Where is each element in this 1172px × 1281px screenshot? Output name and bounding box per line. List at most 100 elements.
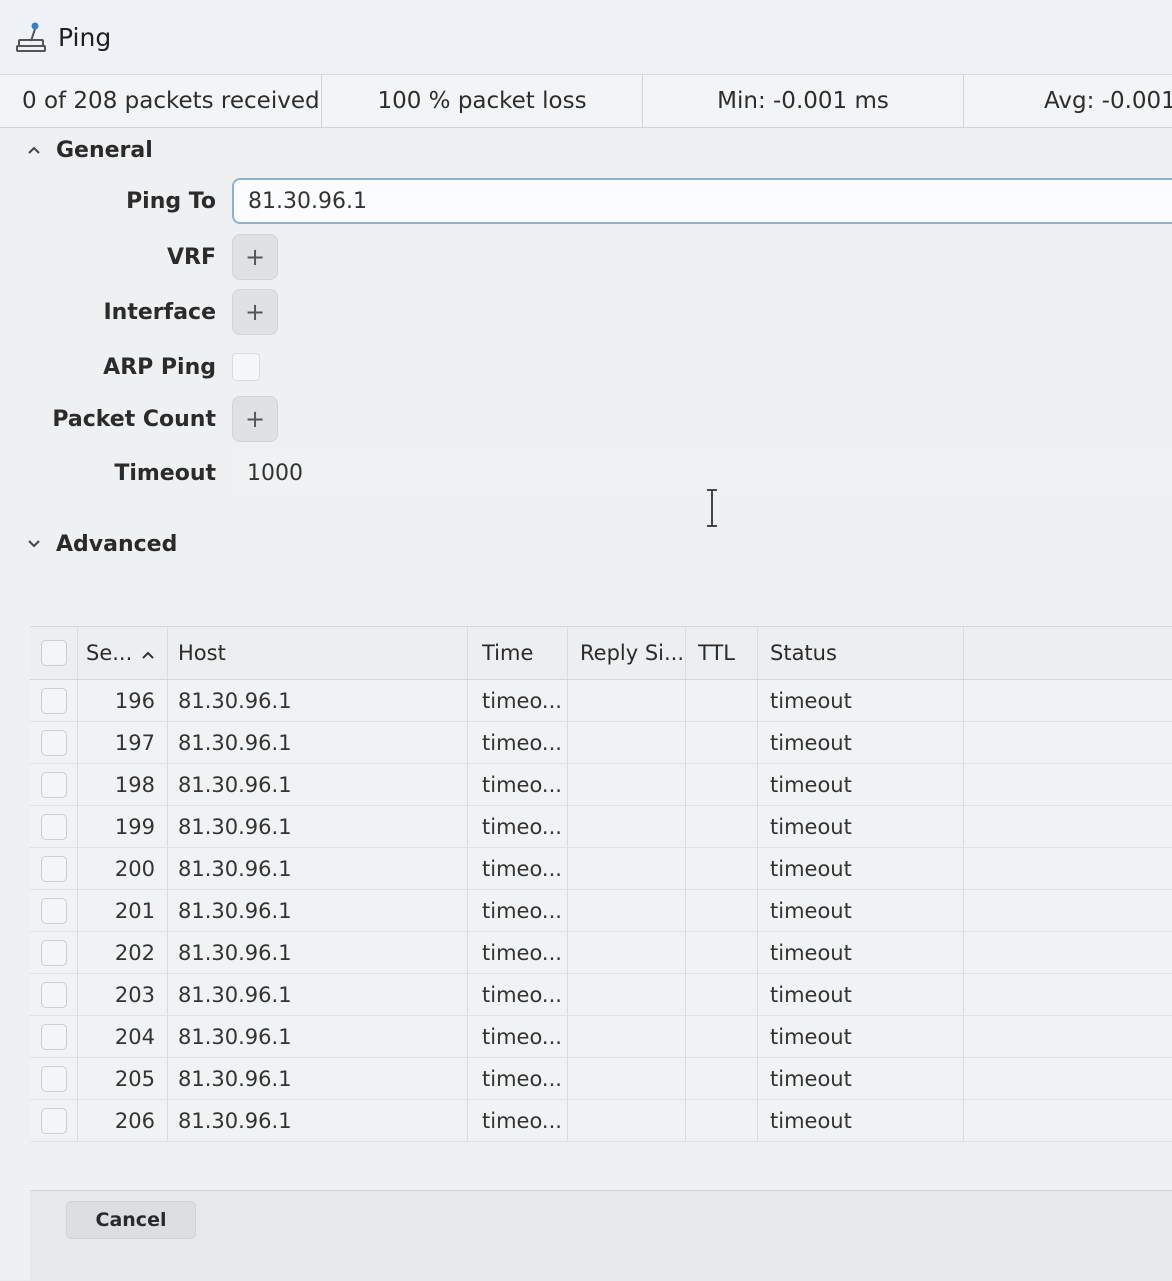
column-status[interactable]: Status <box>758 627 964 679</box>
cell-seq: 204 <box>78 1016 168 1057</box>
row-select-cell <box>30 974 78 1015</box>
cell-seq: 196 <box>78 680 168 721</box>
cell-ttl <box>686 1016 758 1057</box>
cancel-button[interactable]: Cancel <box>66 1201 196 1239</box>
avg-time-stat: Avg: -0.001 <box>1044 88 1172 114</box>
select-all-checkbox[interactable] <box>40 640 67 666</box>
vrf-add-button[interactable]: + <box>232 234 278 280</box>
row-checkbox[interactable] <box>40 981 67 1008</box>
table-row[interactable]: 196 81.30.96.1 timeo... timeout <box>30 680 1172 722</box>
row-checkbox[interactable] <box>40 1023 67 1050</box>
cell-status: timeout <box>758 722 964 763</box>
cell-status: timeout <box>758 806 964 847</box>
cell-reply-size <box>568 1100 686 1141</box>
column-time[interactable]: Time <box>468 627 568 679</box>
arp-ping-row: ARP Ping <box>0 342 1172 392</box>
arp-ping-label: ARP Ping <box>103 354 216 380</box>
row-checkbox[interactable] <box>40 1065 67 1092</box>
sort-ascending-icon <box>142 644 154 663</box>
cell-time: timeo... <box>468 848 568 889</box>
cell-reply-size <box>568 890 686 931</box>
table-row[interactable]: 198 81.30.96.1 timeo... timeout <box>30 764 1172 806</box>
table-row[interactable]: 197 81.30.96.1 timeo... timeout <box>30 722 1172 764</box>
interface-add-button[interactable]: + <box>232 289 278 335</box>
table-row[interactable]: 205 81.30.96.1 timeo... timeout <box>30 1058 1172 1100</box>
row-checkbox[interactable] <box>40 771 67 798</box>
packet-count-label: Packet Count <box>52 406 216 432</box>
min-time-stat: Min: -0.001 ms <box>643 75 964 127</box>
cell-seq: 206 <box>78 1100 168 1141</box>
row-checkbox[interactable] <box>40 813 67 840</box>
column-ttl[interactable]: TTL <box>686 627 758 679</box>
cell-seq: 203 <box>78 974 168 1015</box>
table-row[interactable]: 201 81.30.96.1 timeo... timeout <box>30 890 1172 932</box>
table-row[interactable]: 202 81.30.96.1 timeo... timeout <box>30 932 1172 974</box>
column-seq[interactable]: Se... <box>78 627 168 679</box>
cell-seq: 198 <box>78 764 168 805</box>
cell-ttl <box>686 974 758 1015</box>
cell-time: timeo... <box>468 1100 568 1141</box>
packet-count-row: Packet Count + <box>0 394 1172 444</box>
cell-seq: 199 <box>78 806 168 847</box>
row-select-cell <box>30 848 78 889</box>
row-select-cell <box>30 890 78 931</box>
ping-window: Ping 0 of 208 packets received 100 % pac… <box>0 0 1172 1281</box>
general-section-header[interactable]: General <box>0 128 1172 172</box>
row-checkbox[interactable] <box>40 897 67 924</box>
cell-host: 81.30.96.1 <box>168 680 468 721</box>
row-checkbox[interactable] <box>40 1107 67 1134</box>
cell-ttl <box>686 1100 758 1141</box>
row-checkbox[interactable] <box>40 855 67 882</box>
cell-reply-size <box>568 680 686 721</box>
column-seq-label: Se... <box>86 641 133 665</box>
advanced-section-title: Advanced <box>56 531 178 557</box>
cell-host: 81.30.96.1 <box>168 1016 468 1057</box>
advanced-section-header[interactable]: Advanced <box>0 522 1172 566</box>
row-checkbox[interactable] <box>40 939 67 966</box>
cell-status: timeout <box>758 974 964 1015</box>
column-host[interactable]: Host <box>168 627 468 679</box>
cell-host: 81.30.96.1 <box>168 764 468 805</box>
cell-host: 81.30.96.1 <box>168 722 468 763</box>
cell-reply-size <box>568 806 686 847</box>
cell-ttl <box>686 722 758 763</box>
cell-ttl <box>686 764 758 805</box>
timeout-label: Timeout <box>114 460 216 486</box>
ping-app-icon <box>14 20 48 54</box>
cell-status: timeout <box>758 1058 964 1099</box>
cell-host: 81.30.96.1 <box>168 1058 468 1099</box>
table-row[interactable]: 200 81.30.96.1 timeo... timeout <box>30 848 1172 890</box>
cell-time: timeo... <box>468 890 568 931</box>
table-row[interactable]: 204 81.30.96.1 timeo... timeout <box>30 1016 1172 1058</box>
chevron-up-icon <box>24 145 44 155</box>
row-checkbox[interactable] <box>40 729 67 756</box>
row-select-cell <box>30 1016 78 1057</box>
cell-ttl <box>686 848 758 889</box>
cell-filler <box>964 1100 1172 1141</box>
row-select-cell <box>30 1058 78 1099</box>
table-row[interactable]: 203 81.30.96.1 timeo... timeout <box>30 974 1172 1016</box>
cell-time: timeo... <box>468 932 568 973</box>
interface-row: Interface + <box>0 287 1172 337</box>
cell-ttl <box>686 932 758 973</box>
text-cursor-icon <box>707 489 717 527</box>
timeout-input[interactable] <box>232 450 1172 496</box>
table-row[interactable]: 199 81.30.96.1 timeo... timeout <box>30 806 1172 848</box>
cell-ttl <box>686 680 758 721</box>
chevron-down-icon <box>24 539 44 549</box>
row-checkbox[interactable] <box>40 687 67 714</box>
arp-ping-checkbox[interactable] <box>232 353 260 381</box>
cell-filler <box>964 1016 1172 1057</box>
table-row[interactable]: 206 81.30.96.1 timeo... timeout <box>30 1100 1172 1142</box>
cell-filler <box>964 806 1172 847</box>
ping-to-input[interactable] <box>232 178 1172 224</box>
cell-ttl <box>686 890 758 931</box>
row-select-cell <box>30 764 78 805</box>
column-reply-size[interactable]: Reply Si... <box>568 627 686 679</box>
cell-reply-size <box>568 1058 686 1099</box>
cell-seq: 205 <box>78 1058 168 1099</box>
packet-count-add-button[interactable]: + <box>232 396 278 442</box>
cell-filler <box>964 764 1172 805</box>
vrf-row: VRF + <box>0 232 1172 282</box>
title-bar: Ping <box>0 0 1172 75</box>
